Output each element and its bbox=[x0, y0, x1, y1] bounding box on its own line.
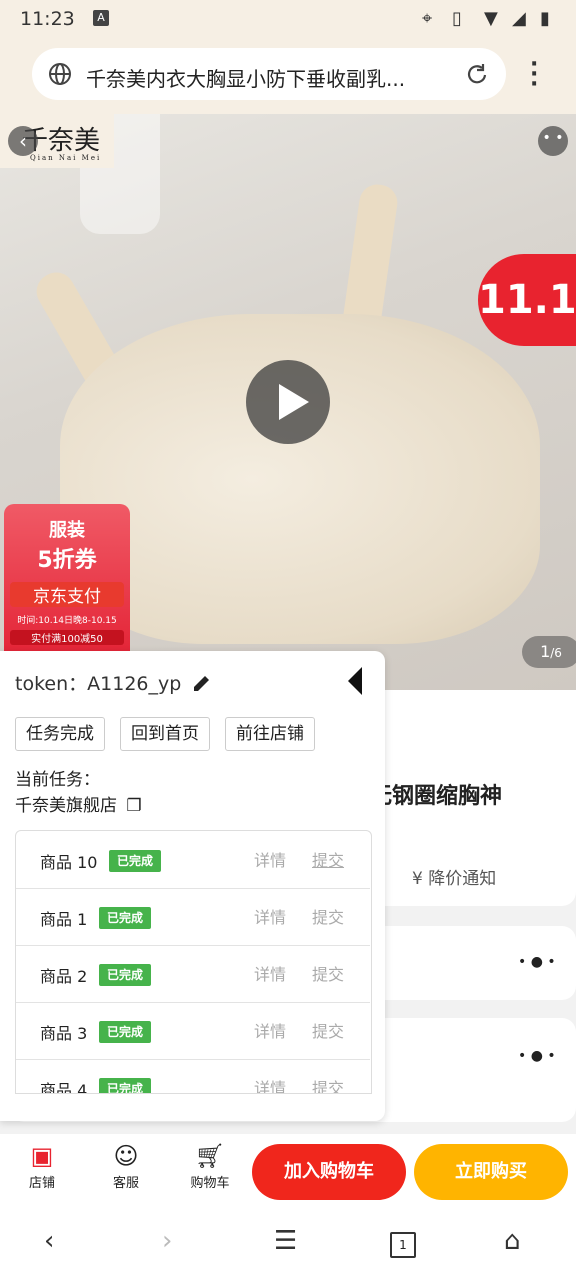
buy-now-button[interactable]: 立即购买 bbox=[414, 1144, 568, 1200]
double-eleven-badge: 11.11 bbox=[478, 254, 576, 346]
location-icon: ⌖ bbox=[422, 8, 433, 29]
product-title: 无钢圈缩胸神 bbox=[370, 784, 503, 809]
submit-link[interactable]: 提交 bbox=[312, 847, 344, 871]
edit-icon[interactable] bbox=[190, 671, 214, 695]
status-badge: 已完成 bbox=[109, 850, 162, 872]
submit-link[interactable]: 提交 bbox=[312, 961, 344, 985]
price-tag-icon: ¥ bbox=[412, 869, 423, 889]
page-title[interactable]: 千奈美内衣大胸显小防下垂收副乳... bbox=[86, 63, 446, 92]
add-to-cart-button[interactable]: 加入购物车 bbox=[252, 1144, 406, 1200]
price-alert[interactable]: ¥ 降价通知 bbox=[412, 864, 496, 889]
signal-icon: ◢ bbox=[512, 8, 526, 29]
status-badge: 已完成 bbox=[99, 1078, 152, 1093]
task-complete-button[interactable]: 任务完成 bbox=[15, 717, 105, 751]
collapse-panel-icon[interactable] bbox=[346, 667, 364, 695]
current-task-label: 当前任务： bbox=[15, 770, 100, 790]
task-row: 商品 10 已完成 详情 提交 bbox=[16, 831, 370, 889]
detail-link[interactable]: 详情 bbox=[254, 961, 286, 985]
go-store-button[interactable]: 前往店铺 bbox=[225, 717, 315, 751]
more-dots-icon[interactable]: • ● • bbox=[518, 1048, 556, 1064]
store-tab[interactable]: ▣ 店铺 bbox=[12, 1142, 72, 1191]
copy-icon[interactable]: ❐ bbox=[126, 796, 141, 816]
notification-icon: A bbox=[93, 10, 109, 26]
task-row: 商品 3 已完成 详情 提交 bbox=[16, 1002, 370, 1060]
bottom-action-bar: ▣ 店铺 ☺ 客服 🛒︎ 购物车 加入购物车 立即购买 bbox=[0, 1134, 576, 1210]
home-icon[interactable]: ⌂ bbox=[504, 1226, 521, 1256]
chat-icon: ☺ bbox=[113, 1142, 139, 1170]
submit-link[interactable]: 提交 bbox=[312, 1018, 344, 1042]
reload-icon[interactable] bbox=[464, 62, 490, 88]
back-home-button[interactable]: 回到首页 bbox=[120, 717, 210, 751]
play-video-icon[interactable] bbox=[246, 360, 330, 444]
browser-address-bar: 千奈美内衣大胸显小防下垂收副乳... · · · bbox=[0, 38, 576, 114]
tabs-icon[interactable]: 1 bbox=[390, 1232, 416, 1258]
status-badge: 已完成 bbox=[99, 1021, 152, 1043]
menu-icon[interactable]: ☰ bbox=[274, 1226, 297, 1256]
submit-link[interactable]: 提交 bbox=[312, 1075, 344, 1093]
battery-icon: ▮ bbox=[540, 8, 550, 29]
wifi-icon: ▼ bbox=[484, 8, 498, 29]
vibrate-icon: ▯ bbox=[452, 8, 462, 29]
detail-link[interactable]: 详情 bbox=[254, 1075, 286, 1093]
submit-link[interactable]: 提交 bbox=[312, 904, 344, 928]
back-nav-icon[interactable]: ‹ bbox=[44, 1226, 54, 1256]
task-row: 商品 4 已完成 详情 提交 bbox=[16, 1059, 370, 1093]
token-row: token：A1126_yp bbox=[15, 673, 182, 695]
status-badge: 已完成 bbox=[99, 964, 152, 986]
current-task-value: 千奈美旗舰店 ❐ bbox=[15, 796, 142, 816]
cart-tab[interactable]: 🛒︎ 购物车 bbox=[180, 1142, 240, 1191]
detail-link[interactable]: 详情 bbox=[254, 1018, 286, 1042]
task-row: 商品 2 已完成 详情 提交 bbox=[16, 945, 370, 1003]
detail-link[interactable]: 详情 bbox=[254, 847, 286, 871]
status-bar: 11:23 A ⌖ ▯ ▼ ◢ ▮ bbox=[0, 0, 576, 38]
detail-link[interactable]: 详情 bbox=[254, 904, 286, 928]
cart-icon: 🛒︎ bbox=[194, 1142, 226, 1170]
task-panel: token：A1126_yp 任务完成 回到首页 前往店铺 当前任务： 千奈美旗… bbox=[0, 651, 385, 1121]
product-image-carousel[interactable]: 千奈美 Qian Nai Mei ‹ • • 11.11 服装 5折券 京东支付… bbox=[0, 114, 576, 690]
more-dots-icon[interactable]: • ● • bbox=[518, 954, 556, 970]
back-icon[interactable]: ‹ bbox=[8, 126, 38, 156]
status-badge: 已完成 bbox=[99, 907, 152, 929]
status-time: 11:23 bbox=[20, 8, 75, 30]
token-value: A1126_yp bbox=[87, 673, 182, 695]
store-icon: ▣ bbox=[30, 1142, 54, 1170]
system-navigation-bar: ‹ › ☰ 1 ⌂ bbox=[0, 1210, 576, 1280]
customer-service-tab[interactable]: ☺ 客服 bbox=[96, 1142, 156, 1191]
more-options-icon[interactable]: • • bbox=[538, 126, 568, 156]
task-row: 商品 1 已完成 详情 提交 bbox=[16, 888, 370, 946]
forward-nav-icon[interactable]: › bbox=[162, 1226, 172, 1256]
more-menu-icon[interactable]: · · · bbox=[530, 54, 538, 96]
globe-icon bbox=[49, 63, 71, 85]
task-list[interactable]: 商品 10 已完成 详情 提交 商品 1 已完成 详情 提交 商品 2 已完成 … bbox=[15, 830, 372, 1094]
image-counter: 1/6 bbox=[522, 636, 576, 668]
